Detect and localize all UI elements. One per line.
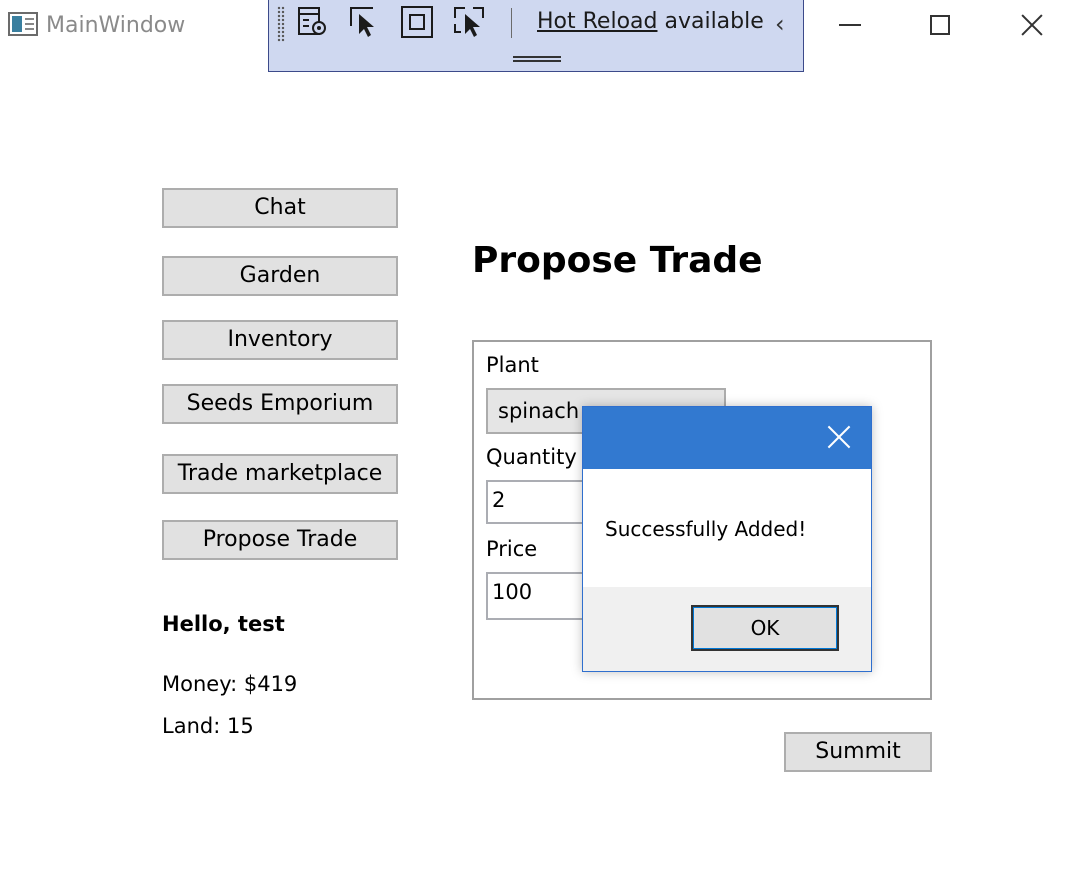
trade-marketplace-button[interactable]: Trade marketplace [162, 454, 398, 494]
chat-button[interactable]: Chat [162, 188, 398, 228]
window-title: MainWindow [46, 13, 186, 38]
toolbar-drag-handle[interactable] [513, 56, 561, 62]
submit-button[interactable]: Summit [784, 732, 932, 772]
propose-trade-button[interactable]: Propose Trade [162, 520, 398, 560]
minimize-button[interactable] [804, 0, 896, 50]
collapse-toolbar-chevron-icon[interactable]: ‹ [775, 10, 785, 38]
track-focused-element-icon[interactable] [451, 4, 487, 40]
seeds-emporium-button[interactable]: Seeds Emporium [162, 384, 398, 424]
toolbar-separator [511, 8, 512, 38]
close-icon [1021, 14, 1043, 36]
dialog-footer: OK [583, 587, 871, 671]
page-title: Propose Trade [472, 240, 763, 281]
dialog-message: Successfully Added! [605, 517, 807, 541]
price-label: Price [486, 537, 538, 561]
garden-button[interactable]: Garden [162, 256, 398, 296]
maximize-button[interactable] [894, 0, 986, 50]
user-money: Money: $419 [162, 672, 298, 696]
minimize-icon [839, 24, 861, 26]
plant-select-value: spinach [498, 399, 580, 423]
select-element-icon[interactable] [347, 4, 383, 40]
dialog-header [583, 407, 871, 469]
maximize-icon [930, 15, 950, 35]
quantity-label: Quantity [486, 445, 577, 469]
hot-reload-link[interactable]: Hot Reload [537, 9, 657, 34]
message-dialog: Successfully Added! OK [582, 406, 872, 672]
plant-label: Plant [486, 353, 539, 377]
close-window-button[interactable] [986, 0, 1076, 50]
user-greeting: Hello, test [162, 612, 285, 636]
hot-reload-suffix: available [657, 9, 764, 34]
xaml-debug-toolbar: Hot Reload available ‹ [268, 0, 804, 72]
dialog-close-icon[interactable] [827, 425, 851, 449]
hot-reload-status: Hot Reload available [537, 9, 764, 34]
display-layout-adorners-icon[interactable] [399, 4, 435, 40]
inventory-button[interactable]: Inventory [162, 320, 398, 360]
live-visual-tree-icon[interactable] [295, 4, 331, 40]
toolbar-grip-icon[interactable] [277, 6, 285, 42]
window-app-icon [8, 12, 38, 36]
ok-button[interactable]: OK [691, 605, 839, 651]
user-land: Land: 15 [162, 714, 254, 738]
